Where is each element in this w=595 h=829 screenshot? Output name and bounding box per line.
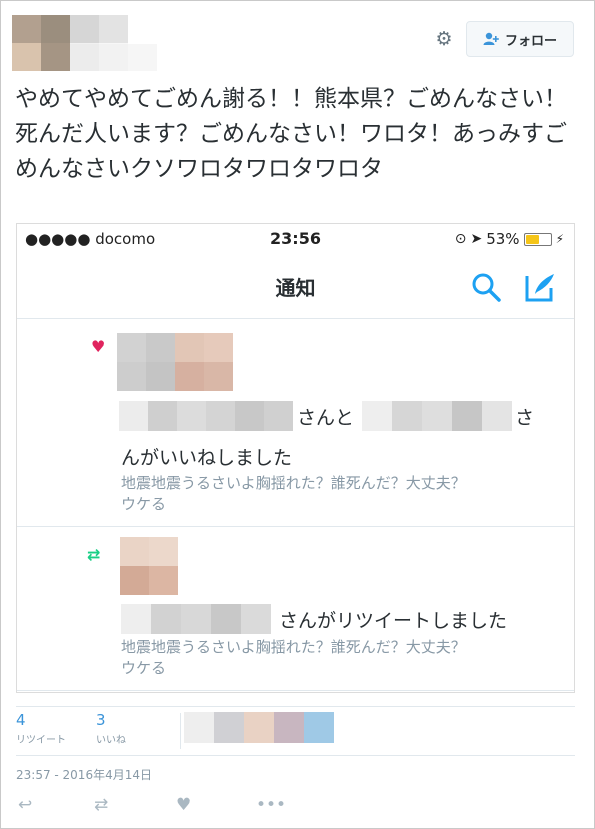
gear-icon[interactable]: ⚙ bbox=[434, 29, 454, 49]
like-action-icon[interactable]: ♥ bbox=[176, 795, 191, 815]
username-blurred[interactable] bbox=[70, 44, 158, 71]
status-right: ⊙ ➤ 53% ⚡ bbox=[455, 230, 564, 248]
heart-icon: ♥ bbox=[91, 337, 106, 356]
follow-label: フォロー bbox=[504, 33, 557, 49]
tweet-actions: ↩ ⇄ ♥ ••• bbox=[16, 795, 316, 819]
rotation-lock-icon: ⊙ bbox=[454, 231, 467, 247]
quote-line-2b: ウケる bbox=[121, 659, 167, 677]
retweet-count: 4 bbox=[16, 711, 26, 729]
quote-line-2: ウケる bbox=[121, 495, 167, 513]
tweet-stats: 4 リツイート 3 いいね bbox=[16, 706, 575, 756]
notification-text-end: さ bbox=[515, 407, 535, 429]
follow-button[interactable]: フォロー bbox=[466, 21, 574, 57]
like-stat[interactable]: 3 いいね bbox=[96, 711, 126, 746]
quoted-tweet-2: 地震地震うるさいよ胸揺れた？誰死んだ？大丈夫？ ウケる bbox=[121, 637, 561, 679]
status-bar: ●●●●● docomo 23:56 ⊙ ➤ 53% ⚡ bbox=[17, 224, 574, 254]
reply-icon[interactable]: ↩ bbox=[18, 795, 32, 815]
like-count: 3 bbox=[96, 711, 106, 729]
compose-icon[interactable] bbox=[523, 270, 557, 304]
quote-line-1: 地震地震うるさいよ胸揺れた？誰死んだ？大丈夫？ bbox=[121, 474, 466, 492]
notification-text-mid: さんと bbox=[297, 407, 355, 429]
location-arrow-icon: ➤ bbox=[470, 231, 483, 247]
retweet-icon: ⇄ bbox=[87, 545, 101, 564]
attached-screenshot[interactable]: ●●●●● docomo 23:56 ⊙ ➤ 53% ⚡ 通知 ♥ さんと さ … bbox=[16, 223, 575, 693]
notification-text-line2: んがいいねしました bbox=[121, 447, 293, 469]
tweet-header: ⚙ フォロー bbox=[0, 0, 595, 80]
stats-divider bbox=[180, 713, 181, 749]
user-avatar-blurred-2 bbox=[120, 537, 178, 595]
notifications-navbar: 通知 bbox=[17, 254, 574, 319]
retweet-label: リツイート bbox=[16, 735, 66, 746]
tweet-text: やめてやめてごめん謝る！！熊本県？ごめんなさい！死んだ人います？ごめんなさい！ワ… bbox=[15, 86, 567, 182]
notification-retweet[interactable]: ⇄ さんがリツイートしました 地震地震うるさいよ胸揺れた？誰死んだ？大丈夫？ ウ… bbox=[17, 527, 574, 691]
quote-line-1b: 地震地震うるさいよ胸揺れた？誰死んだ？大丈夫？ bbox=[121, 638, 466, 656]
battery-percent: 53% bbox=[486, 230, 520, 248]
user-avatar-blurred bbox=[117, 333, 233, 391]
notification-text: さんがリツイートしました bbox=[279, 610, 508, 632]
search-icon[interactable] bbox=[469, 270, 503, 304]
charging-icon: ⚡ bbox=[555, 232, 564, 246]
user-names-blurred bbox=[119, 401, 293, 431]
like-label: いいね bbox=[96, 735, 126, 746]
battery-icon bbox=[523, 232, 552, 246]
tweet-timestamp[interactable]: 23:57 - 2016年4月14日 bbox=[16, 766, 152, 783]
user-name-blurred bbox=[121, 604, 273, 634]
quoted-tweet: 地震地震うるさいよ胸揺れた？誰死んだ？大丈夫？ ウケる bbox=[121, 473, 561, 515]
notification-like[interactable]: ♥ さんと さ んがいいねしました 地震地震うるさいよ胸揺れた？誰死んだ？大丈夫… bbox=[17, 319, 574, 527]
person-add-icon bbox=[483, 32, 499, 45]
retweet-action-icon[interactable]: ⇄ bbox=[94, 795, 108, 815]
user-names-blurred-2 bbox=[362, 401, 512, 431]
more-icon[interactable]: ••• bbox=[256, 795, 286, 815]
retweet-stat[interactable]: 4 リツイート bbox=[16, 711, 66, 746]
likers-avatars-blurred[interactable] bbox=[184, 712, 334, 743]
